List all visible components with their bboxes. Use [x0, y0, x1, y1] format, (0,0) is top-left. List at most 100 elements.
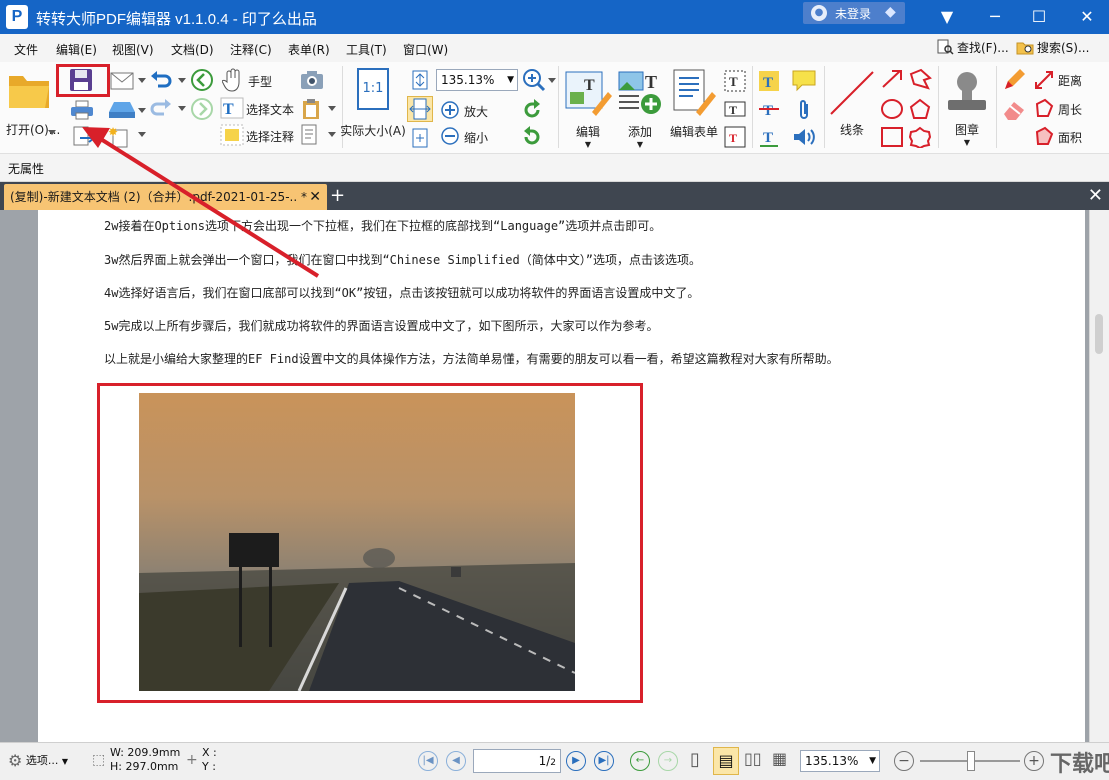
scrollbar-thumb[interactable] — [1095, 314, 1103, 354]
paste-clipboard-icon[interactable] — [300, 98, 322, 120]
doc-tools-icon[interactable] — [300, 124, 322, 146]
hand-tool-label[interactable]: 手型 — [248, 73, 272, 90]
snapshot-camera-icon[interactable] — [300, 70, 324, 90]
export-doc-icon[interactable] — [72, 126, 96, 148]
close-window-button[interactable]: ✕ — [1072, 4, 1102, 30]
select-text-icon[interactable]: T — [220, 97, 244, 119]
typewriter-icon[interactable]: T — [758, 70, 780, 92]
perimeter-label[interactable]: 周长 — [1058, 101, 1082, 118]
prev-page-button[interactable]: ◀ — [446, 751, 466, 771]
add-button[interactable]: T 添加 ▼ — [614, 68, 666, 149]
stamp-button[interactable]: 图章 ▼ — [940, 68, 994, 148]
edit-button[interactable]: T 编辑 ▼ — [560, 68, 616, 149]
sound-icon[interactable] — [792, 126, 816, 148]
minimize-button[interactable]: ─ — [980, 4, 1010, 30]
edit-form-button[interactable]: 编辑表单 — [666, 68, 722, 148]
scanner-icon[interactable] — [108, 100, 136, 120]
email-icon[interactable] — [110, 72, 134, 90]
back-arrow-icon[interactable] — [190, 68, 214, 92]
close-tab-icon[interactable]: ✕ — [309, 184, 321, 210]
polyline-shape-icon[interactable] — [908, 68, 932, 90]
menu-window[interactable]: 窗口(W) — [403, 41, 448, 58]
rectangle-shape-icon[interactable] — [880, 126, 904, 148]
continuous-page-icon[interactable]: ▤ — [713, 747, 739, 775]
tab-active-document[interactable]: (复制)-新建文本文档 (2)（合并）.pdf-2021-01-25-.. * … — [4, 184, 327, 210]
open-dropdown-icon[interactable] — [48, 130, 56, 136]
distance-label[interactable]: 距离 — [1058, 72, 1082, 89]
doc-tools-dropdown-icon[interactable] — [328, 132, 336, 138]
zoom-select[interactable]: 135.13% ▼ — [436, 69, 518, 91]
options-button[interactable]: ⚙ 选项... ▼ — [8, 751, 68, 770]
facing-pages-icon[interactable]: ▯▯ — [744, 749, 762, 768]
email-dropdown-icon[interactable] — [138, 78, 146, 84]
lines-button[interactable]: 线条 — [826, 68, 878, 148]
dropdown-menu-icon[interactable]: ▼ — [932, 4, 962, 30]
actual-size-button[interactable]: 1:1 实际大小(A) — [340, 68, 406, 144]
zoom-out-label[interactable]: 缩小 — [464, 129, 488, 146]
previous-view-button[interactable]: ← — [630, 751, 650, 771]
fit-visible-icon[interactable] — [410, 128, 430, 148]
area-label[interactable]: 面积 — [1058, 129, 1082, 146]
form-text-field-icon[interactable]: T — [724, 70, 746, 92]
strikethrough-icon[interactable]: T — [758, 98, 780, 120]
zoom-out-icon[interactable] — [440, 126, 460, 146]
menu-form[interactable]: 表单(R) — [288, 41, 330, 58]
find-button[interactable]: 查找(F)... — [936, 38, 1009, 58]
select-text-label[interactable]: 选择文本 — [246, 101, 294, 118]
underline-icon[interactable]: T — [758, 126, 780, 148]
cloud-shape-icon[interactable] — [908, 126, 932, 148]
search-button[interactable]: 搜索(S)... — [1016, 38, 1089, 58]
continuous-facing-icon[interactable]: ▦ — [772, 749, 787, 768]
form-callout-icon[interactable]: T — [724, 126, 746, 148]
status-zoom-select[interactable]: 135.13% ▼ — [800, 750, 880, 772]
first-page-button[interactable]: |◀ — [418, 751, 438, 771]
menu-tools[interactable]: 工具(T) — [346, 41, 387, 58]
form-text-box-icon[interactable]: T — [724, 98, 746, 120]
zoom-slider-thumb[interactable] — [967, 751, 975, 771]
single-page-icon[interactable]: ▯ — [690, 749, 700, 770]
print-icon[interactable] — [70, 100, 94, 120]
area-icon[interactable] — [1034, 126, 1054, 146]
new-tab-plus-icon[interactable]: + — [330, 185, 348, 207]
close-all-tabs-icon[interactable]: ✕ — [1088, 185, 1103, 206]
redo-icon[interactable] — [150, 98, 172, 118]
ellipse-shape-icon[interactable] — [880, 98, 904, 120]
hand-tool-icon[interactable] — [222, 68, 244, 92]
zoom-in-icon[interactable] — [440, 100, 460, 120]
arrow-shape-icon[interactable] — [880, 68, 904, 90]
select-annotation-label[interactable]: 选择注释 — [246, 128, 294, 145]
next-page-button[interactable]: ▶ — [566, 751, 586, 771]
undo-icon[interactable] — [150, 70, 172, 90]
fit-page-icon[interactable] — [410, 70, 430, 90]
zoom-out-status-button[interactable]: − — [894, 751, 914, 771]
eraser-icon[interactable] — [1002, 98, 1026, 122]
select-annotation-icon[interactable] — [220, 124, 244, 146]
vertical-scrollbar[interactable] — [1089, 210, 1109, 742]
zoom-magnifier-icon[interactable] — [522, 68, 546, 92]
page-number-input[interactable]: 1/2 — [473, 749, 561, 773]
fit-width-button[interactable] — [407, 96, 433, 122]
menu-edit[interactable]: 编辑(E) — [56, 41, 97, 58]
undo-dropdown-icon[interactable] — [178, 78, 186, 84]
menu-view[interactable]: 视图(V) — [112, 41, 154, 58]
menu-file[interactable]: 文件 — [14, 41, 38, 58]
forward-arrow-icon[interactable] — [190, 97, 214, 121]
rotate-ccw-icon[interactable] — [520, 98, 544, 122]
scanner-dropdown-icon[interactable] — [138, 108, 146, 114]
menu-comment[interactable]: 注释(C) — [230, 41, 272, 58]
perimeter-icon[interactable] — [1034, 98, 1054, 118]
zoom-dropdown-icon[interactable] — [548, 78, 556, 84]
sticky-note-icon[interactable] — [792, 70, 816, 92]
last-page-button[interactable]: ▶| — [594, 751, 614, 771]
next-view-button[interactable]: → — [658, 751, 678, 771]
menu-document[interactable]: 文档(D) — [171, 41, 214, 58]
zoom-in-label[interactable]: 放大 — [464, 103, 488, 120]
new-doc-dropdown-icon[interactable] — [138, 132, 146, 138]
login-status-button[interactable]: ● 未登录 ◆ — [803, 2, 905, 24]
redo-dropdown-icon[interactable] — [178, 106, 186, 112]
distance-icon[interactable] — [1034, 70, 1054, 90]
zoom-in-status-button[interactable]: + — [1024, 751, 1044, 771]
new-doc-icon[interactable]: ✸ — [108, 126, 130, 148]
maximize-button[interactable]: ☐ — [1024, 4, 1054, 30]
paste-dropdown-icon[interactable] — [328, 106, 336, 112]
